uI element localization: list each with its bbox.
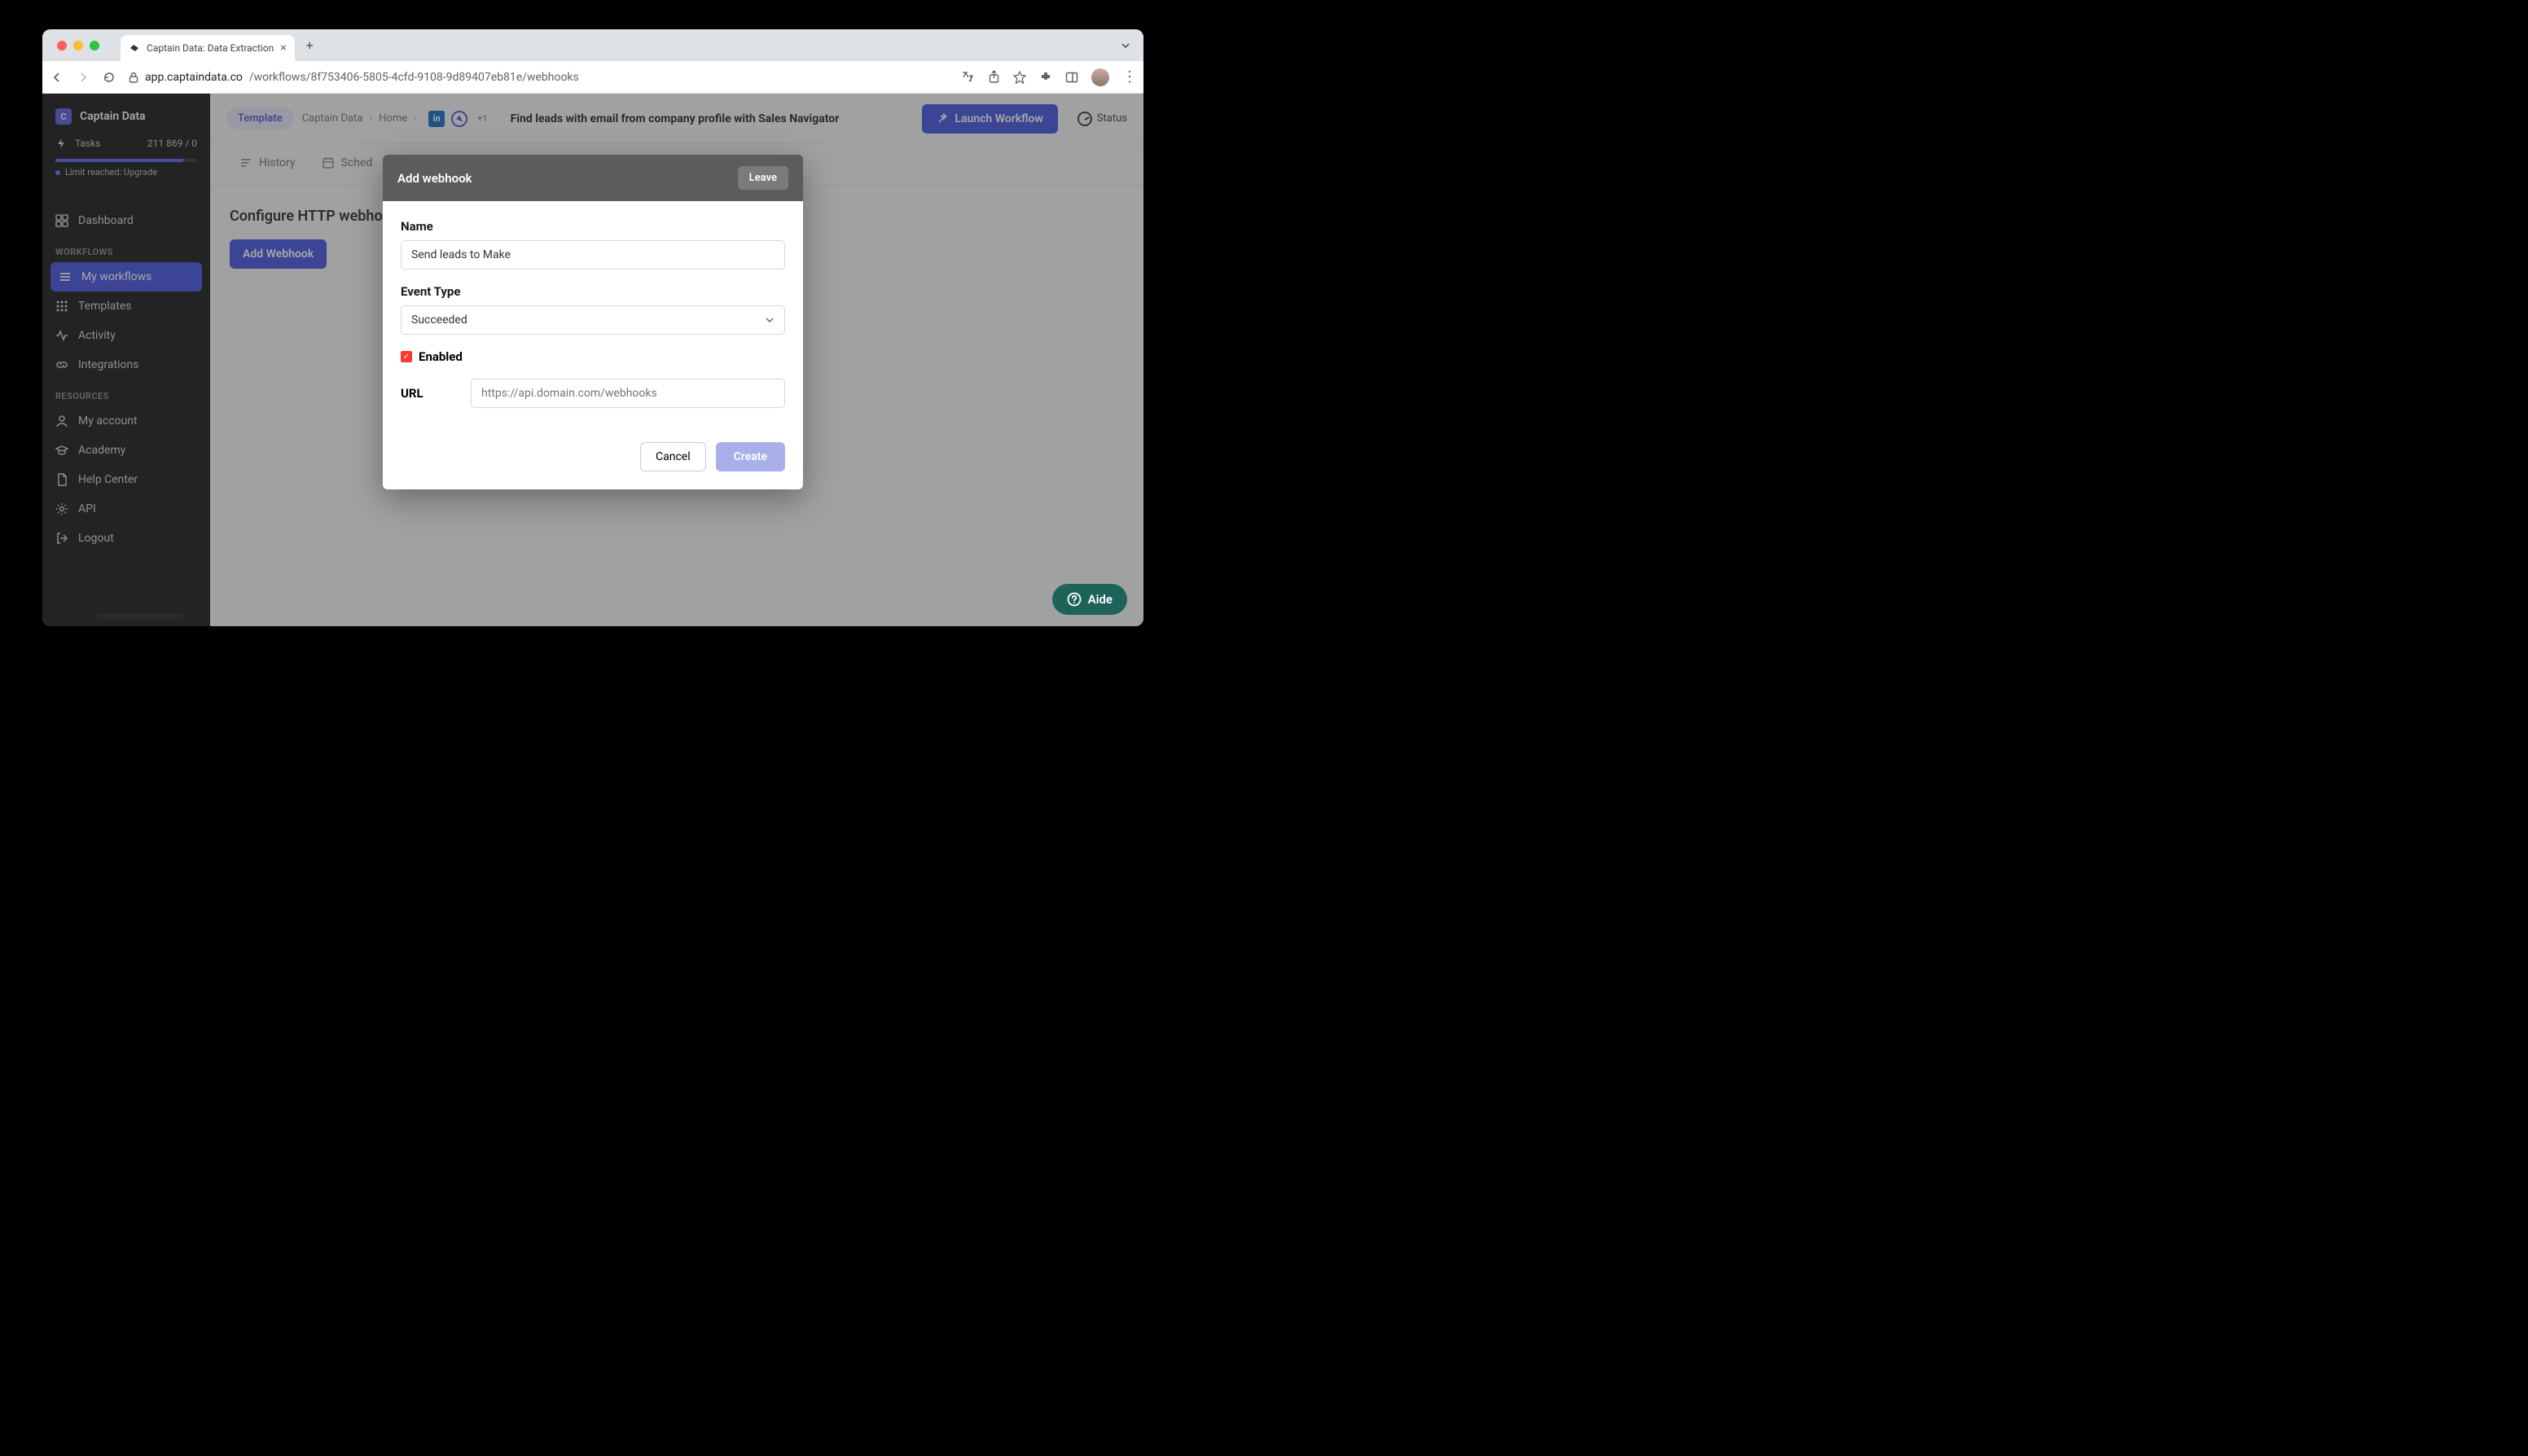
leave-button[interactable]: Leave xyxy=(738,166,788,190)
window-close-icon[interactable] xyxy=(57,41,67,50)
enabled-row[interactable]: ✓ Enabled xyxy=(401,349,785,364)
extensions-icon[interactable] xyxy=(1039,71,1052,84)
modal-title: Add webhook xyxy=(397,171,472,186)
address-bar[interactable]: app.captaindata.co/workflows/8f753406-58… xyxy=(129,71,950,84)
field-url: URL xyxy=(401,379,785,408)
browser-tab[interactable]: Captain Data: Data Extraction × xyxy=(121,35,295,61)
window-zoom-icon[interactable] xyxy=(90,41,99,50)
traffic-lights xyxy=(49,41,108,50)
help-label: Aide xyxy=(1088,592,1113,607)
horizontal-scrollbar[interactable] xyxy=(97,613,183,620)
profile-avatar[interactable] xyxy=(1091,68,1109,86)
event-label: Event Type xyxy=(401,284,785,299)
window-minimize-icon[interactable] xyxy=(73,41,83,50)
browser-window: Captain Data: Data Extraction × + app.ca… xyxy=(42,29,1143,626)
panel-icon[interactable] xyxy=(1065,71,1078,84)
field-name: Name xyxy=(401,219,785,270)
share-icon[interactable] xyxy=(988,70,1000,84)
field-event-type: Event Type Succeeded xyxy=(401,284,785,335)
url-host: app.captaindata.co xyxy=(145,71,243,84)
forward-button xyxy=(77,71,91,84)
select-value: Succeeded xyxy=(411,314,467,327)
enabled-label: Enabled xyxy=(419,349,463,364)
bookmark-icon[interactable] xyxy=(1013,71,1026,84)
lock-icon xyxy=(129,72,138,83)
name-input[interactable] xyxy=(401,240,785,270)
cancel-button[interactable]: Cancel xyxy=(640,442,706,471)
checkbox-icon[interactable]: ✓ xyxy=(401,351,412,362)
new-tab-button[interactable]: + xyxy=(306,37,314,53)
back-button[interactable] xyxy=(50,71,65,84)
tab-overflow-icon[interactable] xyxy=(1121,41,1130,50)
create-button[interactable]: Create xyxy=(716,442,785,471)
chevron-down-icon xyxy=(765,315,775,325)
toolbar-icons: ⋮ xyxy=(961,68,1135,86)
event-type-select[interactable]: Succeeded xyxy=(401,305,785,335)
help-fab[interactable]: Aide xyxy=(1052,584,1127,615)
app-root: C Captain Data Tasks 211 869 / 0 Limit r… xyxy=(42,94,1143,626)
modal-body: Name Event Type Succeeded ✓ Enabled xyxy=(383,201,803,434)
reload-button[interactable] xyxy=(103,71,117,84)
modal-header: Add webhook Leave xyxy=(383,155,803,201)
help-icon xyxy=(1067,592,1082,607)
tab-close-icon[interactable]: × xyxy=(280,42,286,55)
tab-title: Captain Data: Data Extraction xyxy=(147,42,274,54)
address-bar-row: app.captaindata.co/workflows/8f753406-58… xyxy=(42,61,1143,94)
tab-favicon-icon xyxy=(129,42,140,54)
add-webhook-modal: Add webhook Leave Name Event Type Succee… xyxy=(383,155,803,489)
name-label: Name xyxy=(401,219,785,234)
more-menu-icon[interactable]: ⋮ xyxy=(1122,68,1135,86)
modal-footer: Cancel Create xyxy=(383,434,803,489)
modal-overlay[interactable]: Add webhook Leave Name Event Type Succee… xyxy=(42,94,1143,626)
url-label: URL xyxy=(401,386,443,401)
translate-icon[interactable] xyxy=(961,70,975,84)
url-input[interactable] xyxy=(471,379,785,408)
tab-strip: Captain Data: Data Extraction × + xyxy=(42,29,1143,61)
url-path: /workflows/8f753406-5805-4cfd-9108-9d894… xyxy=(249,71,579,84)
